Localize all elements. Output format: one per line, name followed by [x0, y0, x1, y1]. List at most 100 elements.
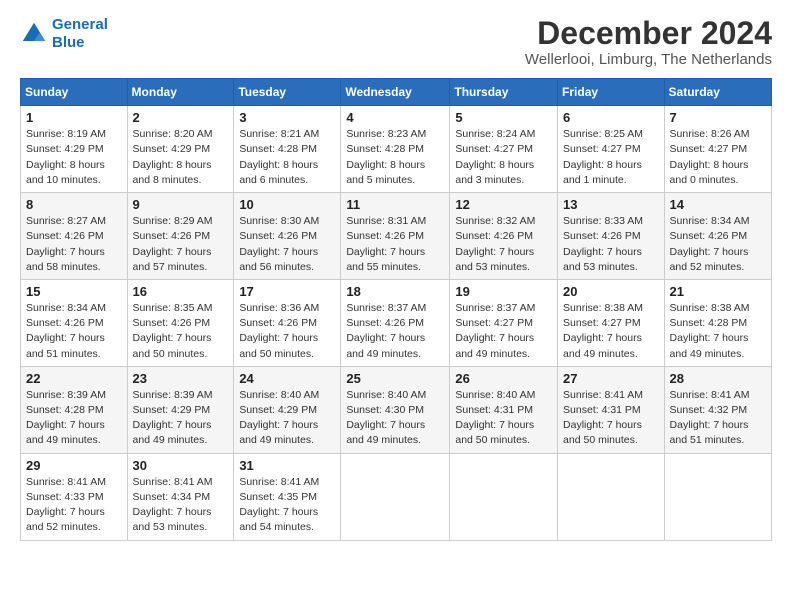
calendar-cell: [341, 453, 450, 540]
day-number: 19: [455, 284, 552, 299]
day-detail: Sunrise: 8:36 AM Sunset: 4:26 PM Dayligh…: [239, 301, 335, 362]
calendar-cell: 11Sunrise: 8:31 AM Sunset: 4:26 PM Dayli…: [341, 193, 450, 280]
day-number: 2: [133, 110, 229, 125]
header: General Blue December 2024 Wellerlooi, L…: [20, 16, 772, 68]
day-number: 8: [26, 197, 122, 212]
day-number: 12: [455, 197, 552, 212]
day-number: 3: [239, 110, 335, 125]
day-detail: Sunrise: 8:19 AM Sunset: 4:29 PM Dayligh…: [26, 127, 122, 188]
day-number: 9: [133, 197, 229, 212]
day-detail: Sunrise: 8:26 AM Sunset: 4:27 PM Dayligh…: [670, 127, 766, 188]
day-number: 21: [670, 284, 766, 299]
calendar-week-2: 8Sunrise: 8:27 AM Sunset: 4:26 PM Daylig…: [21, 193, 772, 280]
day-detail: Sunrise: 8:38 AM Sunset: 4:28 PM Dayligh…: [670, 301, 766, 362]
day-detail: Sunrise: 8:41 AM Sunset: 4:32 PM Dayligh…: [670, 388, 766, 449]
day-detail: Sunrise: 8:41 AM Sunset: 4:33 PM Dayligh…: [26, 475, 122, 536]
day-header-friday: Friday: [558, 79, 665, 106]
day-number: 25: [346, 371, 444, 386]
calendar-cell: 8Sunrise: 8:27 AM Sunset: 4:26 PM Daylig…: [21, 193, 128, 280]
calendar-cell: 15Sunrise: 8:34 AM Sunset: 4:26 PM Dayli…: [21, 279, 128, 366]
day-detail: Sunrise: 8:33 AM Sunset: 4:26 PM Dayligh…: [563, 214, 659, 275]
day-number: 20: [563, 284, 659, 299]
main-title: December 2024: [525, 16, 772, 51]
day-number: 5: [455, 110, 552, 125]
calendar-cell: 24 Sunrise: 8:40 AM Sunset: 4:29 PM Dayli…: [234, 366, 341, 453]
calendar-cell: 14 Sunrise: 8:34 AM Sunset: 4:26 PM Dayli…: [664, 193, 771, 280]
day-detail: Sunrise: 8:40 AM Sunset: 4:30 PM Dayligh…: [346, 388, 444, 449]
day-number: 31: [239, 458, 335, 473]
calendar-cell: [450, 453, 558, 540]
day-number: 13: [563, 197, 659, 212]
calendar-cell: 13 Sunrise: 8:33 AM Sunset: 4:26 PM Dayli…: [558, 193, 665, 280]
day-detail: Sunrise: 8:39 AM Sunset: 4:28 PM Dayligh…: [26, 388, 122, 449]
calendar-cell: 3Sunrise: 8:21 AM Sunset: 4:28 PM Daylig…: [234, 106, 341, 193]
calendar-cell: 17Sunrise: 8:36 AM Sunset: 4:26 PM Dayli…: [234, 279, 341, 366]
calendar-cell: 20 Sunrise: 8:38 AM Sunset: 4:27 PM Dayli…: [558, 279, 665, 366]
day-header-thursday: Thursday: [450, 79, 558, 106]
calendar-cell: 21 Sunrise: 8:38 AM Sunset: 4:28 PM Dayli…: [664, 279, 771, 366]
calendar-cell: 22 Sunrise: 8:39 AM Sunset: 4:28 PM Dayli…: [21, 366, 128, 453]
calendar-cell: 19 Sunrise: 8:37 AM Sunset: 4:27 PM Dayli…: [450, 279, 558, 366]
calendar-cell: 1 Sunrise: 8:19 AM Sunset: 4:29 PM Daylig…: [21, 106, 128, 193]
day-number: 4: [346, 110, 444, 125]
calendar-header-row: SundayMondayTuesdayWednesdayThursdayFrid…: [21, 79, 772, 106]
day-number: 24: [239, 371, 335, 386]
day-detail: Sunrise: 8:24 AM Sunset: 4:27 PM Dayligh…: [455, 127, 552, 188]
day-number: 23: [133, 371, 229, 386]
day-number: 18: [346, 284, 444, 299]
day-detail: Sunrise: 8:41 AM Sunset: 4:34 PM Dayligh…: [133, 475, 229, 536]
calendar-cell: 4 Sunrise: 8:23 AM Sunset: 4:28 PM Daylig…: [341, 106, 450, 193]
calendar-week-4: 22 Sunrise: 8:39 AM Sunset: 4:28 PM Dayli…: [21, 366, 772, 453]
calendar-cell: 5 Sunrise: 8:24 AM Sunset: 4:27 PM Daylig…: [450, 106, 558, 193]
day-number: 10: [239, 197, 335, 212]
day-header-wednesday: Wednesday: [341, 79, 450, 106]
day-detail: Sunrise: 8:40 AM Sunset: 4:31 PM Dayligh…: [455, 388, 552, 449]
calendar-cell: 29 Sunrise: 8:41 AM Sunset: 4:33 PM Dayli…: [21, 453, 128, 540]
calendar-table: SundayMondayTuesdayWednesdayThursdayFrid…: [20, 78, 772, 540]
calendar-cell: 31Sunrise: 8:41 AM Sunset: 4:35 PM Dayli…: [234, 453, 341, 540]
day-detail: Sunrise: 8:32 AM Sunset: 4:26 PM Dayligh…: [455, 214, 552, 275]
day-number: 22: [26, 371, 122, 386]
calendar-week-3: 15Sunrise: 8:34 AM Sunset: 4:26 PM Dayli…: [21, 279, 772, 366]
calendar-cell: 23 Sunrise: 8:39 AM Sunset: 4:29 PM Dayli…: [127, 366, 234, 453]
calendar-cell: 16 Sunrise: 8:35 AM Sunset: 4:26 PM Dayli…: [127, 279, 234, 366]
day-number: 1: [26, 110, 122, 125]
day-detail: Sunrise: 8:25 AM Sunset: 4:27 PM Dayligh…: [563, 127, 659, 188]
day-number: 16: [133, 284, 229, 299]
day-detail: Sunrise: 8:35 AM Sunset: 4:26 PM Dayligh…: [133, 301, 229, 362]
calendar-cell: 9Sunrise: 8:29 AM Sunset: 4:26 PM Daylig…: [127, 193, 234, 280]
calendar-cell: 28 Sunrise: 8:41 AM Sunset: 4:32 PM Dayli…: [664, 366, 771, 453]
day-detail: Sunrise: 8:34 AM Sunset: 4:26 PM Dayligh…: [26, 301, 122, 362]
calendar-cell: 18 Sunrise: 8:37 AM Sunset: 4:26 PM Dayli…: [341, 279, 450, 366]
day-detail: Sunrise: 8:40 AM Sunset: 4:29 PM Dayligh…: [239, 388, 335, 449]
day-header-tuesday: Tuesday: [234, 79, 341, 106]
calendar-week-1: 1 Sunrise: 8:19 AM Sunset: 4:29 PM Daylig…: [21, 106, 772, 193]
calendar-cell: [664, 453, 771, 540]
day-number: 26: [455, 371, 552, 386]
calendar-cell: 30Sunrise: 8:41 AM Sunset: 4:34 PM Dayli…: [127, 453, 234, 540]
calendar-cell: 25 Sunrise: 8:40 AM Sunset: 4:30 PM Dayli…: [341, 366, 450, 453]
calendar-cell: 10 Sunrise: 8:30 AM Sunset: 4:26 PM Dayli…: [234, 193, 341, 280]
day-detail: Sunrise: 8:37 AM Sunset: 4:26 PM Dayligh…: [346, 301, 444, 362]
day-detail: Sunrise: 8:34 AM Sunset: 4:26 PM Dayligh…: [670, 214, 766, 275]
day-number: 14: [670, 197, 766, 212]
day-number: 28: [670, 371, 766, 386]
calendar-week-5: 29 Sunrise: 8:41 AM Sunset: 4:33 PM Dayli…: [21, 453, 772, 540]
day-detail: Sunrise: 8:39 AM Sunset: 4:29 PM Dayligh…: [133, 388, 229, 449]
day-header-monday: Monday: [127, 79, 234, 106]
calendar-cell: [558, 453, 665, 540]
day-detail: Sunrise: 8:30 AM Sunset: 4:26 PM Dayligh…: [239, 214, 335, 275]
day-detail: Sunrise: 8:23 AM Sunset: 4:28 PM Dayligh…: [346, 127, 444, 188]
calendar-cell: 7 Sunrise: 8:26 AM Sunset: 4:27 PM Daylig…: [664, 106, 771, 193]
day-number: 7: [670, 110, 766, 125]
day-number: 27: [563, 371, 659, 386]
calendar-cell: 2 Sunrise: 8:20 AM Sunset: 4:29 PM Daylig…: [127, 106, 234, 193]
day-detail: Sunrise: 8:38 AM Sunset: 4:27 PM Dayligh…: [563, 301, 659, 362]
day-detail: Sunrise: 8:37 AM Sunset: 4:27 PM Dayligh…: [455, 301, 552, 362]
day-detail: Sunrise: 8:20 AM Sunset: 4:29 PM Dayligh…: [133, 127, 229, 188]
day-number: 29: [26, 458, 122, 473]
logo-line2: Blue: [52, 34, 85, 51]
day-header-saturday: Saturday: [664, 79, 771, 106]
day-detail: Sunrise: 8:31 AM Sunset: 4:26 PM Dayligh…: [346, 214, 444, 275]
calendar-cell: 27Sunrise: 8:41 AM Sunset: 4:31 PM Dayli…: [558, 366, 665, 453]
